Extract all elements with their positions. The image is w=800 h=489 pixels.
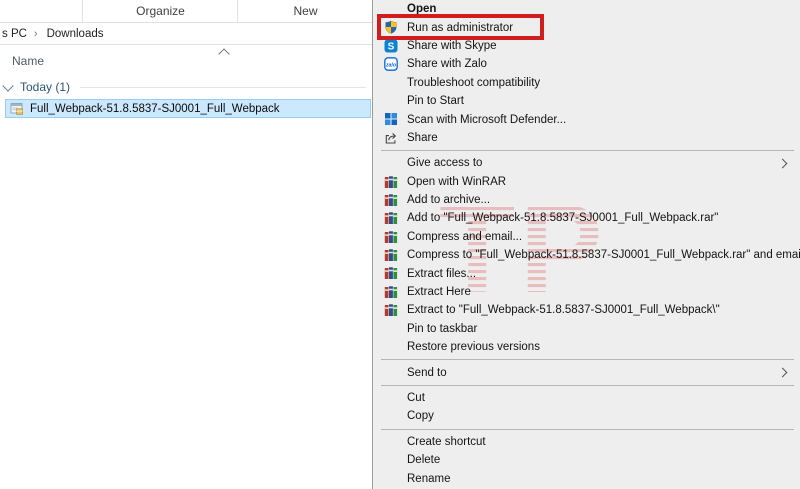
uac-shield-icon xyxy=(384,20,398,34)
defender-icon xyxy=(384,112,398,126)
menu-item-label: Compress to "Full_Webpack-51.8.5837-SJ00… xyxy=(407,249,800,262)
menu-item-label: Pin to taskbar xyxy=(407,322,478,335)
menu-item-label: Share with Skype xyxy=(407,39,497,52)
menu-item-label: Extract to "Full_Webpack-51.8.5837-SJ000… xyxy=(407,304,720,317)
menu-item-label: Copy xyxy=(407,410,434,423)
menu-item-label: Troubleshoot compatibility xyxy=(407,76,541,89)
group-header-rule xyxy=(80,86,366,88)
menu-separator xyxy=(373,147,800,154)
menu-item-give-access-to[interactable]: Give access to xyxy=(373,154,800,172)
menu-item-add-to-archive[interactable]: Add to archive... xyxy=(373,191,800,209)
ribbon-group-organize: Organize xyxy=(82,0,238,22)
ribbon-bar: Organize New xyxy=(0,0,372,23)
installer-file-icon xyxy=(10,102,24,116)
menu-item-label: Create shortcut xyxy=(407,435,486,448)
menu-item-label: Add to "Full_Webpack-51.8.5837-SJ0001_Fu… xyxy=(407,212,719,225)
menu-item-scan-with-microsoft-defender[interactable]: Scan with Microsoft Defender... xyxy=(373,110,800,128)
submenu-arrow-icon xyxy=(777,158,788,169)
zalo-icon: zalo xyxy=(384,57,398,72)
menu-item-rename[interactable]: Rename xyxy=(373,469,800,487)
context-menu: TP Open Run as administrator S Share with S… xyxy=(372,0,800,489)
breadcrumb-this-pc[interactable]: s PC xyxy=(2,28,27,40)
ribbon-group-label: New xyxy=(293,4,318,18)
menu-separator xyxy=(373,426,800,433)
menu-item-label: Extract files... xyxy=(407,267,477,280)
menu-item-troubleshoot-compatibility[interactable]: Troubleshoot compatibility xyxy=(373,74,800,92)
menu-item-label: Send to xyxy=(407,366,447,379)
menu-item-label: Restore previous versions xyxy=(407,341,540,354)
menu-item-label: Cut xyxy=(407,392,425,404)
menu-item-open-with-winrar[interactable]: Open with WinRAR xyxy=(373,173,800,191)
file-row-selected[interactable]: Full_Webpack-51.8.5837-SJ0001_Full_Webpa… xyxy=(5,99,371,118)
skype-icon: S xyxy=(384,39,398,53)
menu-separator xyxy=(373,382,800,389)
menu-item-restore-previous-versions[interactable]: Restore previous versions xyxy=(373,338,800,356)
menu-item-add-to-full-webpack-51-8-5837-sj0001-ful[interactable]: Add to "Full_Webpack-51.8.5837-SJ0001_Fu… xyxy=(373,209,800,227)
menu-separator xyxy=(373,356,800,363)
winrar-icon xyxy=(384,266,398,280)
winrar-icon xyxy=(384,285,398,299)
ribbon-group-label: Organize xyxy=(136,4,185,18)
group-header-today[interactable]: Today (1) xyxy=(2,79,368,95)
group-header-label: Today (1) xyxy=(20,80,71,94)
menu-item-pin-to-taskbar[interactable]: Pin to taskbar xyxy=(373,320,800,338)
menu-item-label: Share with Zalo xyxy=(407,58,487,71)
menu-item-label: Add to archive... xyxy=(407,194,491,207)
menu-item-extract-here[interactable]: Extract Here xyxy=(373,283,800,301)
winrar-icon xyxy=(384,230,398,244)
menu-item-label: Open xyxy=(407,3,437,16)
group-collapse-icon[interactable] xyxy=(2,79,14,92)
menu-item-extract-to-full-webpack-51-8-5837-sj0001[interactable]: Extract to "Full_Webpack-51.8.5837-SJ000… xyxy=(373,301,800,319)
menu-item-open[interactable]: Open xyxy=(373,0,800,18)
menu-item-share-with-zalo[interactable]: zalo Share with Zalo xyxy=(373,55,800,73)
ribbon-group-new: New xyxy=(237,0,373,22)
menu-item-copy[interactable]: Copy xyxy=(373,407,800,425)
menu-item-label: Share xyxy=(407,131,438,144)
winrar-icon xyxy=(384,193,398,207)
menu-item-label: Scan with Microsoft Defender... xyxy=(407,113,567,126)
menu-item-pin-to-start[interactable]: Pin to Start xyxy=(373,92,800,110)
menu-item-create-shortcut[interactable]: Create shortcut xyxy=(373,433,800,451)
menu-item-label: Pin to Start xyxy=(407,95,464,108)
explorer-window: Organize New s PC › Downloads Name Today… xyxy=(0,0,800,489)
menu-item-label: Extract Here xyxy=(407,286,471,299)
menu-item-label: Give access to xyxy=(407,157,483,170)
submenu-arrow-icon xyxy=(777,367,788,378)
menu-item-cut[interactable]: Cut xyxy=(373,389,800,407)
sort-ascending-icon xyxy=(218,48,230,60)
ribbon-group-clipboard xyxy=(0,0,82,22)
menu-item-share-with-skype[interactable]: S Share with Skype xyxy=(373,37,800,55)
breadcrumb-downloads[interactable]: Downloads xyxy=(47,28,104,40)
file-name: Full_Webpack-51.8.5837-SJ0001_Full_Webpa… xyxy=(30,102,280,115)
menu-item-label: Open with WinRAR xyxy=(407,175,507,188)
menu-item-extract-files[interactable]: Extract files... xyxy=(373,264,800,282)
menu-item-share[interactable]: Share xyxy=(373,129,800,147)
menu-item-label: Run as administrator xyxy=(407,21,514,34)
address-bar[interactable]: s PC › Downloads xyxy=(0,23,372,45)
winrar-icon xyxy=(384,248,398,262)
winrar-icon xyxy=(384,303,398,317)
share-icon xyxy=(384,131,398,145)
menu-item-send-to[interactable]: Send to xyxy=(373,363,800,381)
column-header-name[interactable]: Name xyxy=(12,54,44,68)
menu-item-delete[interactable]: Delete xyxy=(373,451,800,469)
winrar-icon xyxy=(384,211,398,225)
menu-item-run-as-administrator[interactable]: Run as administrator xyxy=(373,18,800,36)
winrar-icon xyxy=(384,175,398,189)
svg-text:S: S xyxy=(388,41,395,52)
menu-item-label: Delete xyxy=(407,454,441,467)
menu-item-label: Rename xyxy=(407,472,451,485)
svg-text:zalo: zalo xyxy=(385,63,396,69)
breadcrumb-separator-icon: › xyxy=(33,27,38,40)
menu-item-compress-to-full-webpack-51-8-5837-sj000[interactable]: Compress to "Full_Webpack-51.8.5837-SJ00… xyxy=(373,246,800,264)
menu-item-compress-and-email[interactable]: Compress and email... xyxy=(373,228,800,246)
menu-item-label: Compress and email... xyxy=(407,230,523,243)
